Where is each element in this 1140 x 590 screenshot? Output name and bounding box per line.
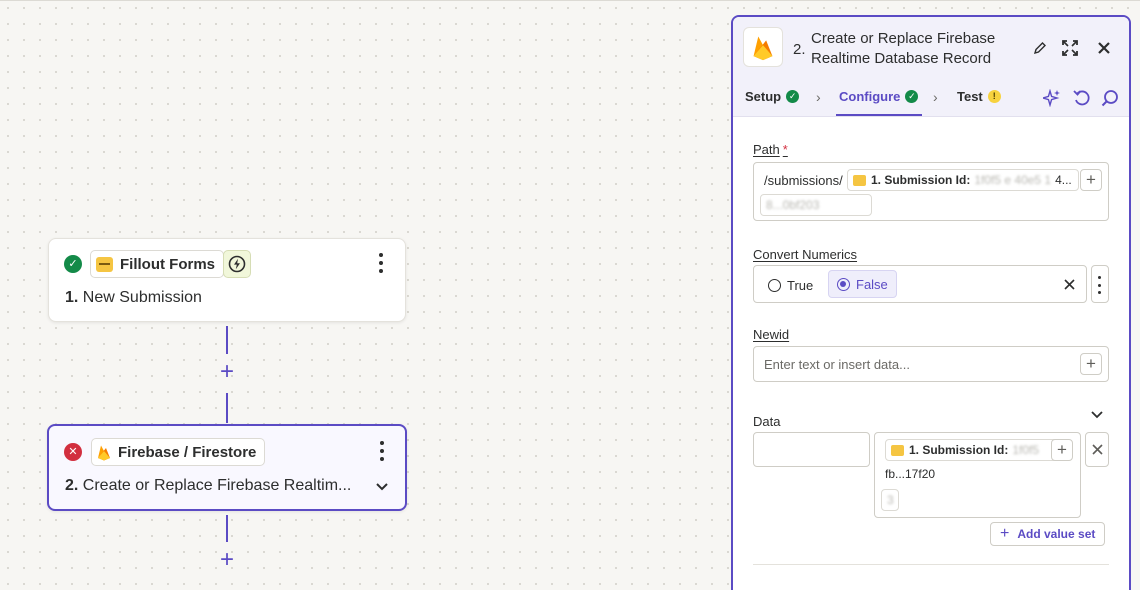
tab-setup[interactable]: Setup ✓ bbox=[745, 89, 800, 104]
connector-line bbox=[226, 515, 228, 542]
add-value-set-label: Add value set bbox=[1017, 527, 1096, 541]
search-icon[interactable] bbox=[1101, 89, 1119, 107]
step-name: Create or Replace Firebase Realtim... bbox=[82, 477, 352, 494]
close-icon[interactable] bbox=[1064, 279, 1075, 290]
tab-configure[interactable]: Configure ✓ bbox=[839, 89, 919, 104]
data-pill-continuation: 8...0bf203 bbox=[760, 194, 872, 216]
radio-false[interactable]: False bbox=[828, 270, 897, 298]
path-prefix: /submissions/ bbox=[764, 173, 843, 188]
convert-numerics-radio-group: True False bbox=[753, 265, 1087, 303]
insert-data-button[interactable]: + bbox=[1051, 439, 1073, 461]
step-editor-panel: 2. Create or Replace Firebase Realtime D… bbox=[731, 15, 1131, 590]
insert-data-button[interactable]: + bbox=[1080, 353, 1102, 375]
undo-icon[interactable] bbox=[1073, 89, 1091, 107]
pencil-icon[interactable] bbox=[1033, 41, 1047, 55]
bolt-icon bbox=[228, 255, 246, 273]
data-pill-submission-id[interactable]: 1. Submission Id: 1f0f5 e 40e5 1 4... bbox=[847, 169, 1079, 191]
pill-label: 1. Submission Id: bbox=[909, 443, 1009, 457]
add-value-set-button[interactable]: + Add value set bbox=[990, 522, 1106, 546]
pill-redacted: 1f0f5 bbox=[1012, 443, 1040, 457]
step-number: 1. bbox=[65, 289, 79, 306]
panel-title: Create or Replace Firebase Realtime Data… bbox=[811, 30, 996, 67]
add-step-button[interactable]: + bbox=[217, 548, 237, 572]
pill-wrapped-value: 3 bbox=[887, 493, 894, 507]
step-name: New Submission bbox=[82, 289, 202, 306]
step-title: 2. Create or Replace Firebase Realtim... bbox=[65, 477, 355, 495]
chevron-right-icon: › bbox=[816, 89, 821, 105]
radio-button-icon bbox=[768, 278, 781, 292]
step-title: 1. New Submission bbox=[65, 289, 385, 307]
app-name: Firebase / Firestore bbox=[118, 443, 257, 461]
app-name: Fillout Forms bbox=[120, 255, 215, 273]
tab-test[interactable]: Test ! bbox=[957, 89, 1001, 104]
path-label: Path * bbox=[753, 142, 788, 157]
section-divider bbox=[753, 564, 1109, 565]
data-pill-continuation: 3 bbox=[881, 489, 899, 511]
connector-line bbox=[226, 393, 228, 423]
plus-icon: + bbox=[1000, 525, 1010, 542]
pill-wrapped-value: 8...0bf203 bbox=[766, 198, 820, 212]
error-status-icon: ✕ bbox=[64, 443, 82, 461]
step-menu-button[interactable] bbox=[377, 441, 387, 461]
pill-label: 1. Submission Id: bbox=[871, 173, 971, 187]
app-icon bbox=[743, 27, 783, 67]
close-icon[interactable] bbox=[1097, 41, 1111, 55]
radio-selected-icon bbox=[837, 277, 850, 291]
newid-label: Newid bbox=[753, 327, 790, 342]
active-tab-indicator bbox=[836, 114, 922, 116]
firebase-logo-icon bbox=[753, 36, 773, 60]
step-card-2[interactable]: ✕ Firebase / Firestore 2. Create or Repl… bbox=[47, 424, 407, 511]
required-marker: * bbox=[782, 142, 788, 157]
radio-label: True bbox=[787, 277, 814, 293]
pill-redacted: 1f0f5 e 40e5 1 bbox=[974, 173, 1052, 187]
panel-header: 2. Create or Replace Firebase Realtime D… bbox=[733, 17, 1129, 79]
firebase-logo-icon bbox=[98, 445, 110, 460]
path-input[interactable]: /submissions/ 1. Submission Id: 1f0f5 e … bbox=[753, 162, 1109, 221]
chevron-down-icon[interactable] bbox=[1090, 410, 1104, 420]
field-label-text: Path bbox=[753, 142, 780, 157]
app-chip-fillout: Fillout Forms bbox=[90, 250, 224, 278]
data-label: Data bbox=[753, 414, 781, 429]
pill-wrapped-value: fb...17f20 bbox=[885, 467, 936, 481]
step-number: 2. bbox=[65, 477, 79, 494]
remove-value-button[interactable] bbox=[1085, 432, 1109, 467]
data-value-input[interactable]: 1. Submission Id: 1f0f5 + fb...17f20 3 bbox=[874, 432, 1081, 518]
step-number: 2. bbox=[793, 41, 806, 58]
tab-label: Configure bbox=[839, 89, 901, 104]
trigger-chip bbox=[223, 250, 251, 278]
warning-icon: ! bbox=[987, 90, 1001, 103]
insert-data-button[interactable]: + bbox=[1080, 169, 1102, 191]
kebab-icon bbox=[1098, 276, 1102, 294]
expand-icon[interactable] bbox=[1061, 39, 1079, 57]
radio-true[interactable]: True bbox=[760, 271, 821, 299]
chevron-right-icon: › bbox=[933, 89, 938, 105]
radio-label: False bbox=[856, 276, 888, 292]
app-chip-firebase: Firebase / Firestore bbox=[91, 438, 266, 466]
step-menu-button[interactable] bbox=[376, 253, 386, 273]
check-icon: ✓ bbox=[905, 90, 919, 103]
step-card-1[interactable]: ✓ Fillout Forms 1. New Submission bbox=[48, 238, 406, 322]
close-icon bbox=[1092, 444, 1103, 455]
data-pill-submission-id[interactable]: 1. Submission Id: 1f0f5 bbox=[885, 439, 1061, 461]
check-icon: ✓ bbox=[786, 90, 800, 103]
newid-placeholder: Enter text or insert data... bbox=[764, 357, 910, 372]
data-key-input[interactable] bbox=[753, 432, 870, 467]
fillout-logo-icon bbox=[891, 444, 904, 456]
success-status-icon: ✓ bbox=[64, 255, 82, 273]
convert-numerics-label: Convert Numerics bbox=[753, 247, 858, 262]
fillout-logo-icon bbox=[853, 174, 866, 186]
top-edge bbox=[0, 0, 1140, 3]
chevron-down-icon[interactable] bbox=[375, 482, 389, 492]
ai-sparkle-icon[interactable] bbox=[1043, 89, 1061, 107]
newid-input[interactable]: Enter text or insert data... + bbox=[753, 346, 1109, 382]
field-options-menu[interactable] bbox=[1091, 265, 1109, 303]
tab-label: Setup bbox=[745, 89, 782, 104]
pill-value: 4... bbox=[1055, 173, 1072, 187]
tab-label: Test bbox=[957, 89, 983, 104]
fillout-logo-icon bbox=[96, 256, 113, 272]
add-step-button[interactable]: + bbox=[217, 360, 237, 384]
connector-line bbox=[226, 326, 228, 354]
